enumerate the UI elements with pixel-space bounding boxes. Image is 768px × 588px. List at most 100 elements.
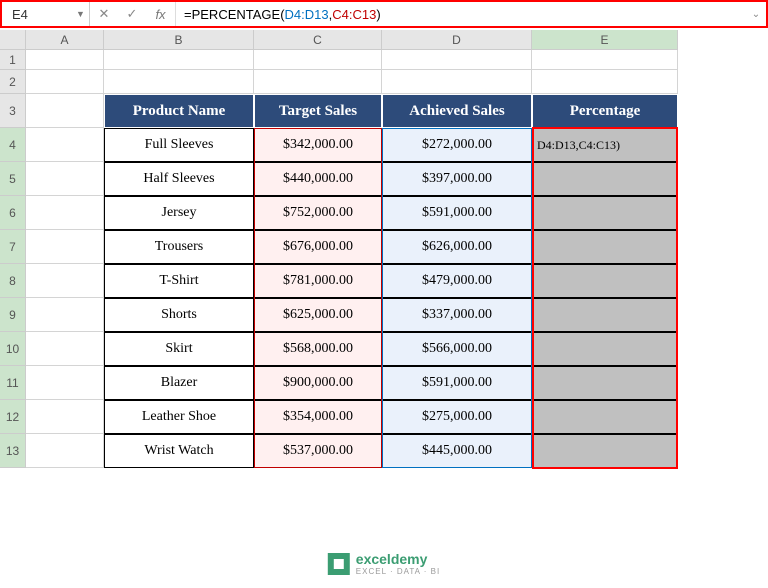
cell-B2[interactable] [104,70,254,94]
cell-D5[interactable]: $397,000.00 [382,162,532,196]
cell-A1[interactable] [26,50,104,70]
enter-icon[interactable]: ✓ [118,2,146,26]
row-header-11[interactable]: 11 [0,366,26,400]
cell-E12[interactable] [532,400,678,434]
row-header-9[interactable]: 9 [0,298,26,332]
cell-D7[interactable]: $626,000.00 [382,230,532,264]
cell-B12[interactable]: Leather Shoe [104,400,254,434]
row-header-5[interactable]: 5 [0,162,26,196]
cell-D10[interactable]: $566,000.00 [382,332,532,366]
cell-A11[interactable] [26,366,104,400]
cell-C2[interactable] [254,70,382,94]
row-header-7[interactable]: 7 [0,230,26,264]
cell-C4[interactable]: $342,000.00 [254,128,382,162]
cell-C1[interactable] [254,50,382,70]
fx-icon[interactable]: fx [146,2,176,26]
cell-A7[interactable] [26,230,104,264]
cell-A9[interactable] [26,298,104,332]
header-achieved[interactable]: Achieved Sales [382,94,532,128]
cell-E13[interactable] [532,434,678,468]
formula-bar-expand-icon[interactable]: ⌄ [746,9,766,20]
cell-A12[interactable] [26,400,104,434]
cell-A4[interactable] [26,128,104,162]
cell-C6[interactable]: $752,000.00 [254,196,382,230]
col-header-A[interactable]: A [26,30,104,50]
cell-B4[interactable]: Full Sleeves [104,128,254,162]
cell-C9[interactable]: $625,000.00 [254,298,382,332]
formula-input[interactable]: =PERCENTAGE(D4:D13,C4:C13) [176,2,746,26]
cell-A3[interactable] [26,94,104,128]
cell-E9[interactable] [532,298,678,332]
row-header-6[interactable]: 6 [0,196,26,230]
cell-D6[interactable]: $591,000.00 [382,196,532,230]
header-product[interactable]: Product Name [104,94,254,128]
cell-D2[interactable] [382,70,532,94]
formula-text: =PERCENTAGE( [184,7,285,22]
cell-A2[interactable] [26,70,104,94]
cell-E4[interactable]: D4:D13,C4:C13) [532,128,678,162]
cell-C11[interactable]: $900,000.00 [254,366,382,400]
cell-E5[interactable] [532,162,678,196]
cell-C5[interactable]: $440,000.00 [254,162,382,196]
row-header-3[interactable]: 3 [0,94,26,128]
cell-D8[interactable]: $479,000.00 [382,264,532,298]
cell-B13[interactable]: Wrist Watch [104,434,254,468]
select-all-corner[interactable] [0,30,26,50]
cell-C12[interactable]: $354,000.00 [254,400,382,434]
cell-D1[interactable] [382,50,532,70]
cell-D11[interactable]: $591,000.00 [382,366,532,400]
cell-C13[interactable]: $537,000.00 [254,434,382,468]
cell-B7[interactable]: Trousers [104,230,254,264]
name-box-dropdown-icon[interactable]: ▼ [72,2,90,26]
cell-C10[interactable]: $568,000.00 [254,332,382,366]
cell-D4[interactable]: $272,000.00 [382,128,532,162]
cell-A8[interactable] [26,264,104,298]
formula-arg2: C4:C13 [332,7,376,22]
cell-E10[interactable] [532,332,678,366]
row-header-13[interactable]: 13 [0,434,26,468]
cell-B6[interactable]: Jersey [104,196,254,230]
cell-B9[interactable]: Shorts [104,298,254,332]
cell-B10[interactable]: Skirt [104,332,254,366]
row-header-10[interactable]: 10 [0,332,26,366]
cell-A10[interactable] [26,332,104,366]
col-header-C[interactable]: C [254,30,382,50]
row-header-1[interactable]: 1 [0,50,26,70]
cell-C7[interactable]: $676,000.00 [254,230,382,264]
row-header-4[interactable]: 4 [0,128,26,162]
formula-bar-row: E4 ▼ ✕ ✓ fx =PERCENTAGE(D4:D13,C4:C13) ⌄ [0,0,768,28]
cell-A13[interactable] [26,434,104,468]
cell-E8[interactable] [532,264,678,298]
spreadsheet-grid: A B C D E 1 2 3 Product Name Target Sale… [0,30,678,468]
cell-E11[interactable] [532,366,678,400]
col-header-B[interactable]: B [104,30,254,50]
row-7: 7 Trousers $676,000.00 $626,000.00 [0,230,678,264]
cell-E7[interactable] [532,230,678,264]
row-1: 1 [0,50,678,70]
cell-D12[interactable]: $275,000.00 [382,400,532,434]
cell-A5[interactable] [26,162,104,196]
formula-suffix: ) [376,7,380,22]
cell-B11[interactable]: Blazer [104,366,254,400]
col-header-E[interactable]: E [532,30,678,50]
row-4: 4 Full Sleeves $342,000.00 $272,000.00 D… [0,128,678,162]
row-11: 11 Blazer $900,000.00 $591,000.00 [0,366,678,400]
cell-C8[interactable]: $781,000.00 [254,264,382,298]
cell-D9[interactable]: $337,000.00 [382,298,532,332]
cell-A6[interactable] [26,196,104,230]
row-header-8[interactable]: 8 [0,264,26,298]
row-header-12[interactable]: 12 [0,400,26,434]
cell-B5[interactable]: Half Sleeves [104,162,254,196]
header-percentage[interactable]: Percentage [532,94,678,128]
cell-B1[interactable] [104,50,254,70]
cell-B8[interactable]: T-Shirt [104,264,254,298]
header-target[interactable]: Target Sales [254,94,382,128]
cell-E6[interactable] [532,196,678,230]
row-header-2[interactable]: 2 [0,70,26,94]
col-header-D[interactable]: D [382,30,532,50]
name-box[interactable]: E4 [2,2,72,26]
cell-D13[interactable]: $445,000.00 [382,434,532,468]
cell-E1[interactable] [532,50,678,70]
cell-E2[interactable] [532,70,678,94]
cancel-icon[interactable]: ✕ [90,2,118,26]
